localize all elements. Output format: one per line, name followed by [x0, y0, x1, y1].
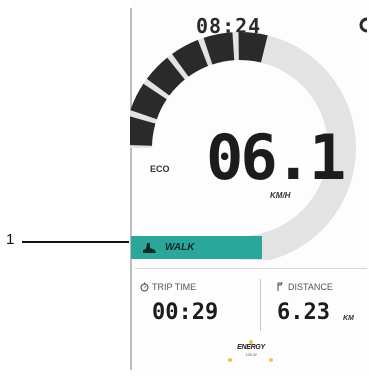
gauge-segment: [146, 57, 186, 96]
gauge-segment: [130, 116, 156, 147]
gauge-segment: [203, 32, 235, 65]
brand-dot-right: [269, 358, 273, 362]
stats-divider: [135, 268, 367, 269]
callout-number: 1: [6, 231, 15, 248]
gauge-segment: [238, 32, 268, 63]
assist-mode-label: ECO: [150, 164, 170, 174]
callout-leader-line: [22, 241, 129, 243]
brand-logo: ENERGY 125 W: [226, 340, 276, 362]
trip-time-label: TRIP TIME: [140, 282, 196, 292]
distance-label-text: DISTANCE: [288, 282, 333, 292]
brand-name: ENERGY: [237, 344, 265, 351]
walk-shoe-icon: [143, 242, 156, 253]
walk-assist-bar[interactable]: WALK: [131, 236, 262, 259]
trip-time-value: 00:29: [152, 300, 219, 325]
brand-dot-top: [249, 340, 253, 344]
stats-column-divider: [260, 279, 261, 331]
brand-sub: 125 W: [245, 352, 257, 357]
distance-icon: [277, 282, 283, 291]
gauge-segment: [172, 39, 209, 77]
trip-time-label-text: TRIP TIME: [152, 282, 197, 292]
gauge-segment: [130, 83, 167, 120]
speed-unit: KM/H: [270, 191, 291, 200]
brand-dot-left: [228, 358, 232, 362]
walk-label: WALK: [165, 242, 195, 253]
distance-label: DISTANCE: [277, 282, 333, 292]
speed-value: 06.1: [206, 121, 346, 194]
distance-value: 6.23: [277, 300, 330, 325]
stopwatch-icon: [140, 282, 149, 292]
distance-unit: KM: [343, 315, 354, 322]
display-screen: 08:24 ECO 06.1 KM/H WALK TRIP TIME 00:29…: [130, 0, 369, 376]
